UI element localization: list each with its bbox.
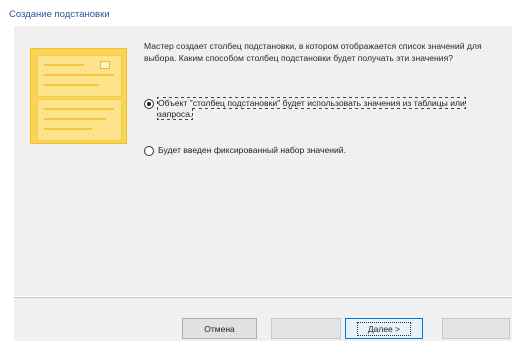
next-button-label: Далее >: [356, 321, 412, 336]
illustration-line: [44, 108, 114, 110]
illustration-line: [44, 74, 114, 76]
lookup-illustration-icon: [30, 48, 127, 144]
finish-button[interactable]: [442, 318, 510, 339]
back-button[interactable]: [271, 318, 341, 339]
dialog-footer: [14, 298, 512, 341]
illustration-line: [44, 84, 99, 86]
title-bar: Создание подстановки: [0, 0, 515, 26]
wizard-description: Мастер создает столбец подстановки, в ко…: [144, 41, 482, 63]
dialog-title: Создание подстановки: [9, 9, 110, 20]
next-button[interactable]: Далее >: [345, 318, 423, 339]
illustration-line: [44, 64, 84, 66]
illustration-form-card: [37, 55, 122, 97]
illustration-line: [44, 118, 106, 120]
illustration-list-card: [37, 99, 122, 141]
option-fixed-values-label[interactable]: Будет введен фиксированный набор значени…: [158, 145, 494, 156]
radio-fixed-values[interactable]: [144, 146, 154, 156]
radio-selected-dot: [147, 102, 151, 106]
cancel-button[interactable]: Отмена: [182, 318, 257, 339]
illustration-line: [44, 128, 92, 130]
illustration-dropdown-icon: [100, 61, 110, 69]
option-table-or-query-label[interactable]: Объект "столбец подстановки" будет испол…: [157, 97, 494, 120]
lookup-wizard-dialog: Создание подстановки Мастер создает стол…: [0, 0, 515, 341]
radio-table-or-query[interactable]: [144, 99, 154, 109]
option-label-text: Объект "столбец подстановки" будет испол…: [157, 97, 466, 120]
